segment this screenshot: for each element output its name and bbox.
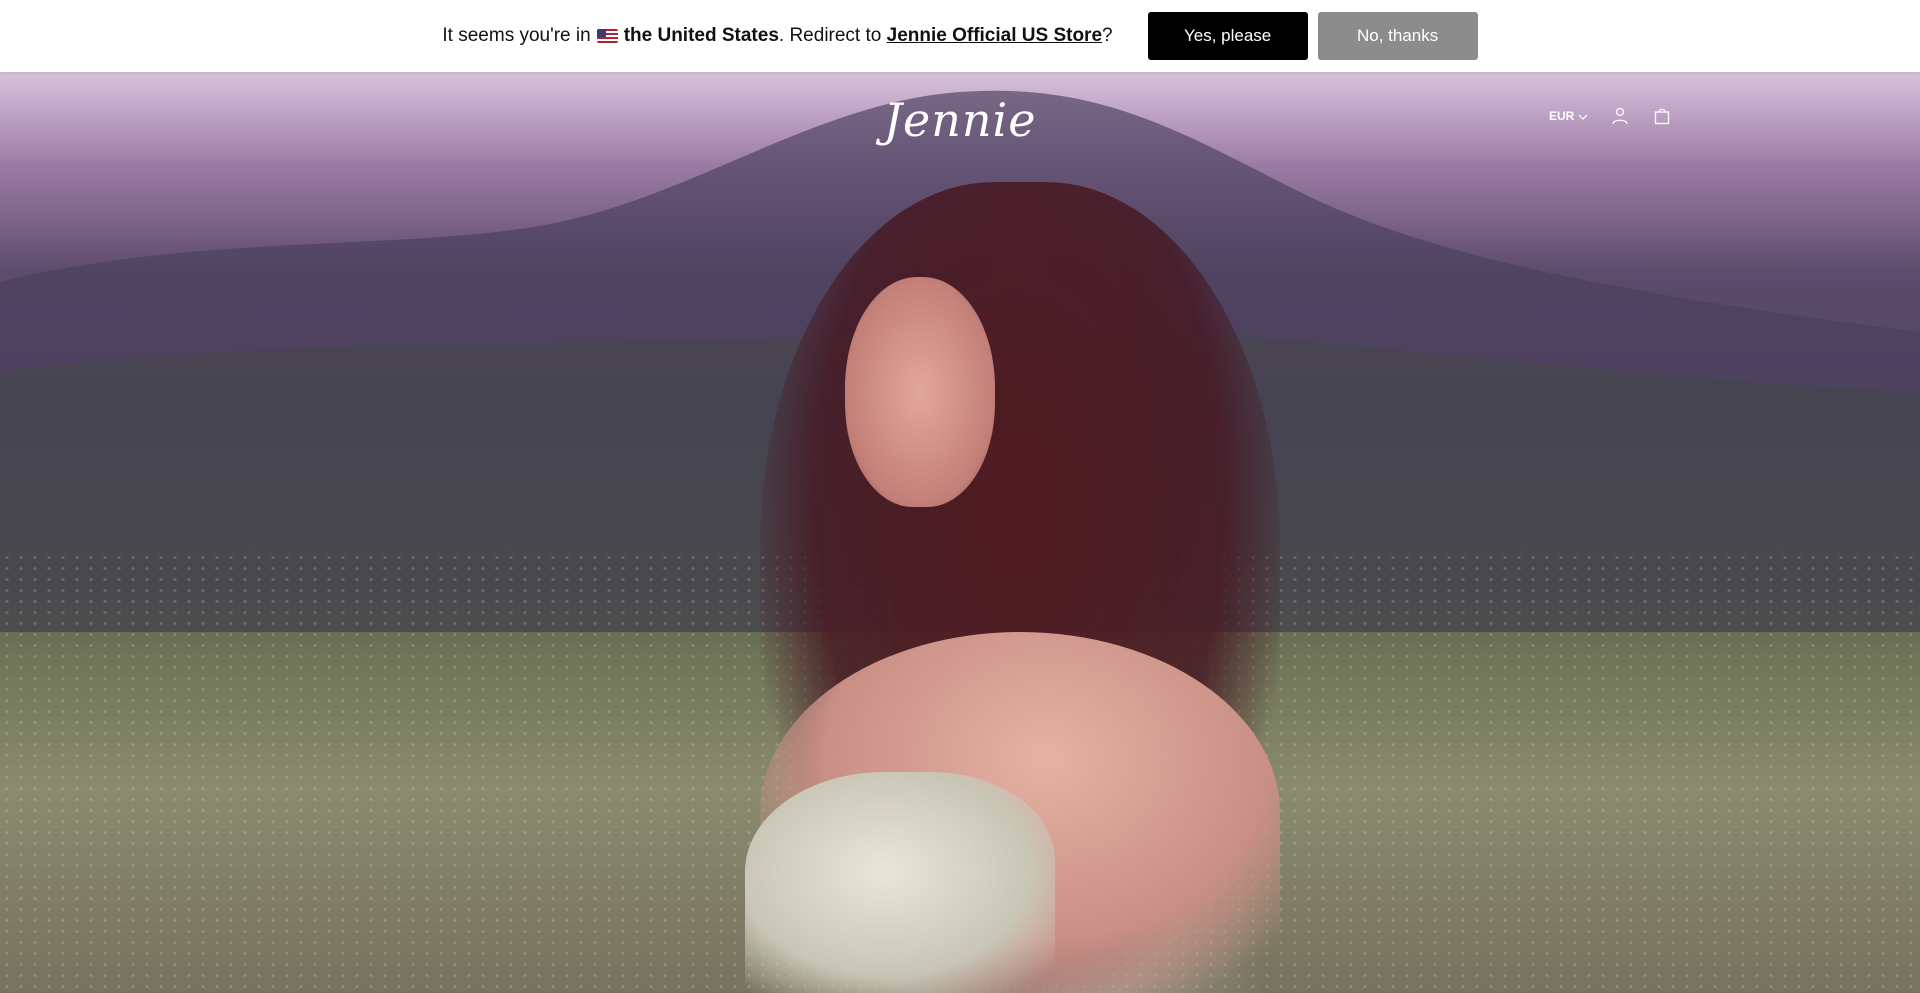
country-name: the United States	[623, 25, 779, 46]
no-redirect-button[interactable]: No, thanks	[1317, 12, 1478, 60]
redirect-banner: It seems you're in the United States . R…	[0, 0, 1920, 72]
cart-icon[interactable]	[1652, 106, 1672, 126]
flower-field	[0, 552, 1920, 993]
currency-label: EUR	[1549, 109, 1575, 123]
dress-shape	[745, 772, 1055, 993]
redirect-prefix: It seems you're in	[442, 25, 591, 46]
shoulder-shape	[760, 632, 1280, 993]
brand-logo[interactable]: Jennie	[880, 90, 1040, 150]
mountain-background	[0, 90, 1920, 633]
redirect-suffix: ?	[1102, 25, 1113, 46]
face-shape	[845, 277, 995, 507]
redirect-middle: . Redirect to	[778, 25, 882, 46]
header-actions: EUR	[1549, 106, 1672, 126]
us-flag-icon	[596, 29, 618, 43]
hero-image	[0, 72, 1920, 993]
store-link[interactable]: Jennie Official US Store	[887, 25, 1102, 47]
redirect-message: It seems you're in the United States . R…	[442, 25, 1112, 47]
chevron-down-icon	[1578, 109, 1588, 123]
currency-selector[interactable]: EUR	[1549, 109, 1588, 123]
account-icon[interactable]	[1610, 106, 1630, 126]
hair-shape	[760, 182, 1280, 993]
yes-redirect-button[interactable]: Yes, please	[1147, 12, 1308, 60]
